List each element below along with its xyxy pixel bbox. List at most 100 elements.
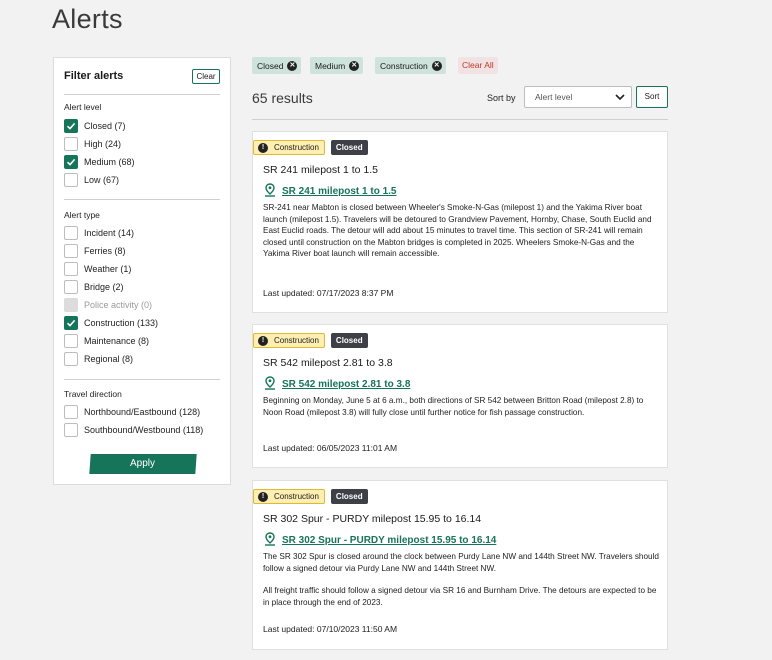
alert-level-title: Alert level (64, 102, 102, 112)
option-label: Northbound/Eastbound (128) (84, 407, 201, 417)
alert-type-option: Police activity (0) (64, 298, 152, 312)
divider (64, 379, 220, 380)
description-paragraph: Beginning on Monday, June 5 at 6 a.m., b… (263, 396, 644, 417)
description-paragraph: SR-241 near Mabton is closed between Whe… (263, 203, 652, 258)
last-updated: Last updated: 06/05/2023 11:01 AM (263, 443, 398, 453)
option-label: High (24) (84, 139, 122, 149)
divider (64, 199, 220, 200)
sort-button[interactable]: Sort (636, 86, 668, 108)
alert-link-label: SR 542 milepost 2.81 to 3.8 (282, 379, 411, 390)
option-label: Incident (14) (84, 228, 135, 238)
page-title: Alerts (52, 4, 123, 34)
filter-chip-closed[interactable]: Closed ✕ (252, 57, 302, 74)
remove-chip-icon[interactable]: ✕ (349, 60, 360, 71)
checkbox[interactable] (64, 423, 78, 437)
remove-chip-icon[interactable]: ✕ (431, 60, 442, 71)
alert-type-title: Alert type (64, 210, 100, 220)
badge-row: ! Construction Closed (253, 140, 368, 155)
badge-label: Construction (274, 492, 319, 501)
badge-label: Construction (274, 143, 319, 152)
alert-type-option[interactable]: Maintenance (8) (64, 334, 149, 348)
results-count: 65 results (252, 90, 313, 106)
option-label: Maintenance (8) (84, 336, 150, 346)
closed-badge: Closed (330, 333, 368, 348)
travel-direction-option[interactable]: Southbound/Westbound (118) (64, 423, 203, 437)
checkbox[interactable] (64, 352, 78, 366)
checkbox[interactable] (64, 334, 78, 348)
option-label: Construction (133) (84, 318, 159, 328)
alert-type-option[interactable]: Construction (133) (64, 316, 158, 330)
construction-badge: ! Construction (253, 333, 325, 348)
checkbox[interactable] (64, 405, 78, 419)
filter-chip-construction[interactable]: Construction ✕ (375, 57, 446, 74)
alert-link-label: SR 302 Spur - PURDY milepost 15.95 to 16… (282, 535, 497, 546)
map-pin-icon (265, 183, 275, 197)
checkbox[interactable] (64, 262, 78, 276)
alert-description: SR-241 near Mabton is closed between Whe… (263, 202, 661, 260)
divider (252, 119, 668, 120)
alert-link-label: SR 241 milepost 1 to 1.5 (282, 186, 397, 197)
divider (64, 94, 220, 95)
alert-level-option[interactable]: Closed (7) (64, 119, 126, 133)
alert-card: ! Construction Closed SR 542 milepost 2.8… (252, 324, 668, 468)
last-updated: Last updated: 07/17/2023 8:37 PM (263, 288, 394, 298)
checkbox-checked[interactable] (64, 316, 78, 330)
checkbox[interactable] (64, 137, 78, 151)
sort-selected-value: Alert level (535, 92, 573, 102)
construction-badge: ! Construction (253, 489, 325, 504)
checkbox[interactable] (64, 173, 78, 187)
filter-heading: Filter alerts (64, 70, 124, 82)
alert-location-link[interactable]: SR 241 milepost 1 to 1.5 (264, 183, 397, 197)
alert-location-link[interactable]: SR 302 Spur - PURDY milepost 15.95 to 16… (264, 532, 496, 546)
checkbox[interactable] (64, 280, 78, 294)
apply-button-label: Apply (130, 458, 156, 469)
chip-label: Construction (380, 60, 428, 71)
alert-level-option[interactable]: Medium (68) (64, 155, 135, 169)
alert-type-option[interactable]: Weather (1) (64, 262, 131, 276)
alert-title: SR 542 milepost 2.81 to 3.8 (263, 357, 393, 369)
alert-type-option[interactable]: Regional (8) (64, 352, 133, 366)
alert-title: SR 302 Spur - PURDY milepost 15.95 to 16… (263, 513, 482, 525)
option-label: Closed (7) (84, 121, 126, 131)
alert-type-option[interactable]: Ferries (8) (64, 244, 126, 258)
filter-chip-medium[interactable]: Medium ✕ (310, 57, 364, 74)
checkmark-icon (66, 122, 76, 130)
chevron-down-icon (615, 90, 625, 112)
option-label: Police activity (0) (84, 300, 153, 310)
chip-label: Closed (257, 60, 284, 71)
checkbox[interactable] (64, 244, 78, 258)
alert-level-option[interactable]: Low (67) (64, 173, 119, 187)
remove-chip-icon[interactable]: ✕ (287, 60, 298, 71)
alert-description: Beginning on Monday, June 5 at 6 a.m., b… (263, 395, 661, 418)
chip-label: Medium (315, 60, 346, 71)
travel-direction-option[interactable]: Northbound/Eastbound (128) (64, 405, 200, 419)
clear-all-button[interactable]: Clear All (458, 57, 498, 74)
warning-icon: ! (258, 491, 268, 502)
checkbox-checked[interactable] (64, 155, 78, 169)
alert-type-option[interactable]: Bridge (2) (64, 280, 124, 294)
sort-select[interactable]: Alert level (524, 86, 632, 108)
option-label: Bridge (2) (84, 282, 124, 292)
option-label: Low (67) (84, 175, 120, 185)
alert-description: The SR 302 Spur is closed around the clo… (263, 551, 661, 608)
alert-card: ! Construction Closed SR 302 Spur - PURDY… (252, 480, 668, 650)
alert-level-option[interactable]: High (24) (64, 137, 121, 151)
badge-label: Construction (274, 336, 319, 345)
alert-title: SR 241 milepost 1 to 1.5 (263, 164, 378, 176)
apply-button[interactable]: Apply (89, 454, 197, 474)
checkmark-icon (66, 319, 76, 327)
travel-direction-title: Travel direction (64, 389, 122, 399)
option-label: Ferries (8) (84, 246, 126, 256)
checkmark-icon (66, 158, 76, 166)
construction-badge: ! Construction (253, 140, 325, 155)
alert-location-link[interactable]: SR 542 milepost 2.81 to 3.8 (264, 376, 410, 390)
option-label: Weather (1) (84, 264, 132, 274)
checkbox-checked[interactable] (64, 119, 78, 133)
badge-row: ! Construction Closed (253, 489, 368, 504)
alert-type-option[interactable]: Incident (14) (64, 226, 134, 240)
option-label: Southbound/Westbound (118) (84, 425, 204, 435)
clear-filters-button[interactable]: Clear (192, 69, 220, 84)
option-label: Regional (8) (84, 354, 134, 364)
checkbox[interactable] (64, 226, 78, 240)
badge-row: ! Construction Closed (253, 333, 368, 348)
